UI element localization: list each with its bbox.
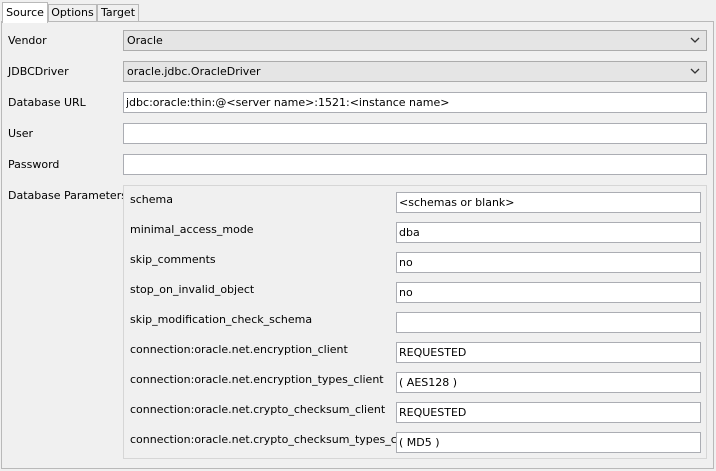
parameter-name: schema	[130, 193, 173, 206]
chevron-down-icon	[690, 68, 700, 74]
database-url-input[interactable]	[123, 92, 707, 113]
parameter-name: connection:oracle.net.encryption_types_c…	[130, 373, 384, 386]
parameter-row: connection:oracle.net.crypto_checksum_cl…	[124, 396, 706, 426]
chevron-down-icon	[690, 37, 700, 43]
database-parameters-table: schema minimal_access_mode skip_comments…	[123, 185, 707, 459]
parameter-name: stop_on_invalid_object	[130, 283, 255, 296]
password-label: Password	[8, 158, 60, 171]
user-label: User	[8, 127, 34, 140]
tab-target[interactable]: Target	[97, 4, 139, 21]
parameter-value-input[interactable]	[396, 252, 701, 273]
parameter-row: skip_comments	[124, 246, 706, 276]
parameter-value-input[interactable]	[396, 372, 701, 393]
vendor-select-value: Oracle	[127, 34, 163, 47]
tab-options[interactable]: Options	[48, 4, 97, 21]
database-url-label: Database URL	[8, 96, 86, 109]
parameter-row: connection:oracle.net.encryption_client	[124, 336, 706, 366]
parameter-value-input[interactable]	[396, 402, 701, 423]
parameter-row: schema	[124, 186, 706, 216]
vendor-label: Vendor	[8, 34, 47, 47]
password-input[interactable]	[123, 154, 707, 175]
parameter-name: connection:oracle.net.crypto_checksum_cl…	[130, 403, 386, 416]
vendor-select[interactable]: Oracle	[123, 30, 707, 51]
parameter-name: connection:oracle.net.encryption_client	[130, 343, 348, 356]
parameter-row: stop_on_invalid_object	[124, 276, 706, 306]
parameter-name: minimal_access_mode	[130, 223, 254, 236]
parameter-row: minimal_access_mode	[124, 216, 706, 246]
parameter-value-input[interactable]	[396, 432, 701, 453]
parameter-value-input[interactable]	[396, 282, 701, 303]
parameter-value-input[interactable]	[396, 192, 701, 213]
parameter-name: connection:oracle.net.crypto_checksum_ty…	[130, 433, 421, 446]
parameter-value-input[interactable]	[396, 312, 701, 333]
parameter-value-input[interactable]	[396, 222, 701, 243]
jdbc-driver-select-value: oracle.jdbc.OracleDriver	[127, 65, 261, 78]
parameter-value-input[interactable]	[396, 342, 701, 363]
jdbc-driver-select[interactable]: oracle.jdbc.OracleDriver	[123, 61, 707, 82]
database-parameters-label: Database Parameters	[8, 189, 127, 202]
user-input[interactable]	[123, 123, 707, 144]
parameter-row: skip_modification_check_schema	[124, 306, 706, 336]
jdbc-driver-label: JDBCDriver	[8, 65, 69, 78]
parameter-row: connection:oracle.net.crypto_checksum_ty…	[124, 426, 706, 456]
tab-source[interactable]: Source	[2, 2, 48, 23]
parameter-name: skip_comments	[130, 253, 216, 266]
parameter-name: skip_modification_check_schema	[130, 313, 313, 326]
parameter-row: connection:oracle.net.encryption_types_c…	[124, 366, 706, 396]
